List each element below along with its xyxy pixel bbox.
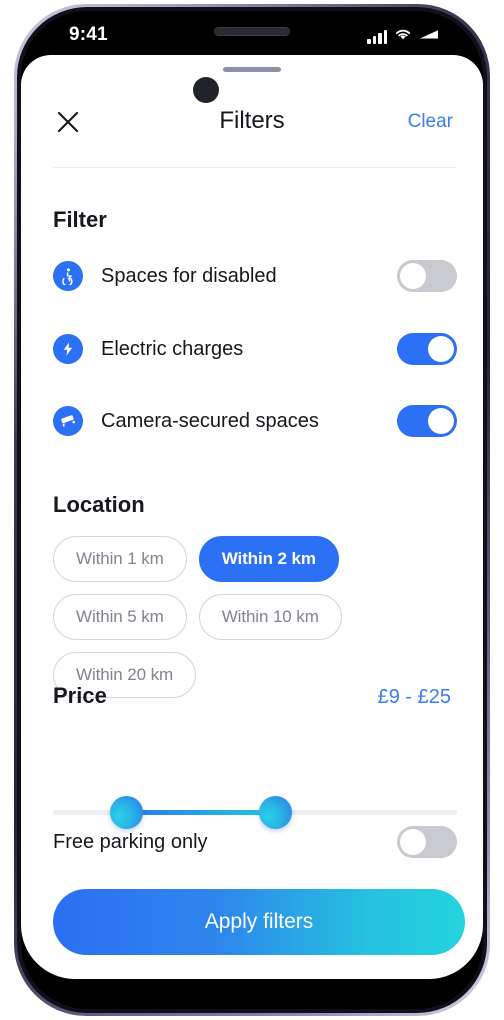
toggle-camera-secured-spaces[interactable] (397, 405, 457, 437)
screenshot-stage: 9:41 Filters Clear Filter Spaces for dis… (0, 0, 504, 1020)
phone-bezel: 9:41 Filters Clear Filter Spaces for dis… (17, 7, 487, 1013)
filters-sheet: Filters Clear Filter Spaces for disabled… (21, 55, 483, 979)
toggle-knob (400, 263, 426, 289)
slider-active-track (125, 810, 276, 815)
status-time: 9:41 (69, 24, 108, 45)
toggle-knob (400, 829, 426, 855)
sheet-header: Filters Clear (21, 93, 483, 155)
filter-row-label: Electric charges (101, 337, 244, 360)
earpiece-speaker (214, 27, 290, 36)
header-divider (53, 167, 457, 168)
wifi-icon (394, 27, 412, 46)
toggle-electric-charges[interactable] (397, 333, 457, 365)
phone-screen: 9:41 Filters Clear Filter Spaces for dis… (21, 11, 483, 1009)
toggle-knob (428, 336, 454, 362)
location-chip-10km[interactable]: Within 10 km (198, 594, 342, 640)
status-icons (367, 27, 441, 46)
location-chip-1km[interactable]: Within 1 km (53, 536, 187, 582)
location-chip-2km[interactable]: Within 2 km (198, 536, 339, 582)
location-chip-group: Within 1 km Within 2 km Within 5 km With… (53, 536, 465, 698)
filter-section-title: Filter (53, 207, 107, 232)
filter-row-label: Camera-secured spaces (101, 409, 319, 432)
filter-row-spaces-for-disabled[interactable]: Spaces for disabled (53, 254, 457, 298)
toggle-knob (428, 408, 454, 434)
front-camera (193, 77, 219, 103)
toggle-free-parking-only[interactable] (397, 826, 457, 858)
signal-icon (367, 29, 387, 44)
price-range-value: £9 - £25 (377, 686, 451, 708)
location-section-title: Location (53, 492, 145, 517)
wheelchair-icon (53, 261, 83, 291)
price-section-title: Price (53, 683, 107, 708)
phone-frame: 9:41 Filters Clear Filter Spaces for dis… (14, 4, 490, 1016)
lightning-bolt-icon (53, 334, 83, 364)
filter-row-electric-charges[interactable]: Electric charges (53, 327, 457, 371)
apply-filters-button[interactable]: Apply filters (53, 889, 465, 955)
filter-row-label: Spaces for disabled (101, 264, 277, 287)
cctv-camera-icon (53, 406, 83, 436)
toggle-spaces-for-disabled[interactable] (397, 260, 457, 292)
filter-row-free-parking[interactable]: Free parking only (53, 820, 457, 864)
free-parking-label: Free parking only (53, 830, 208, 853)
battery-icon (419, 28, 441, 46)
clear-button[interactable]: Clear (408, 111, 453, 133)
filter-row-camera-secured-spaces[interactable]: Camera-secured spaces (53, 399, 457, 443)
location-chip-5km[interactable]: Within 5 km (53, 594, 187, 640)
